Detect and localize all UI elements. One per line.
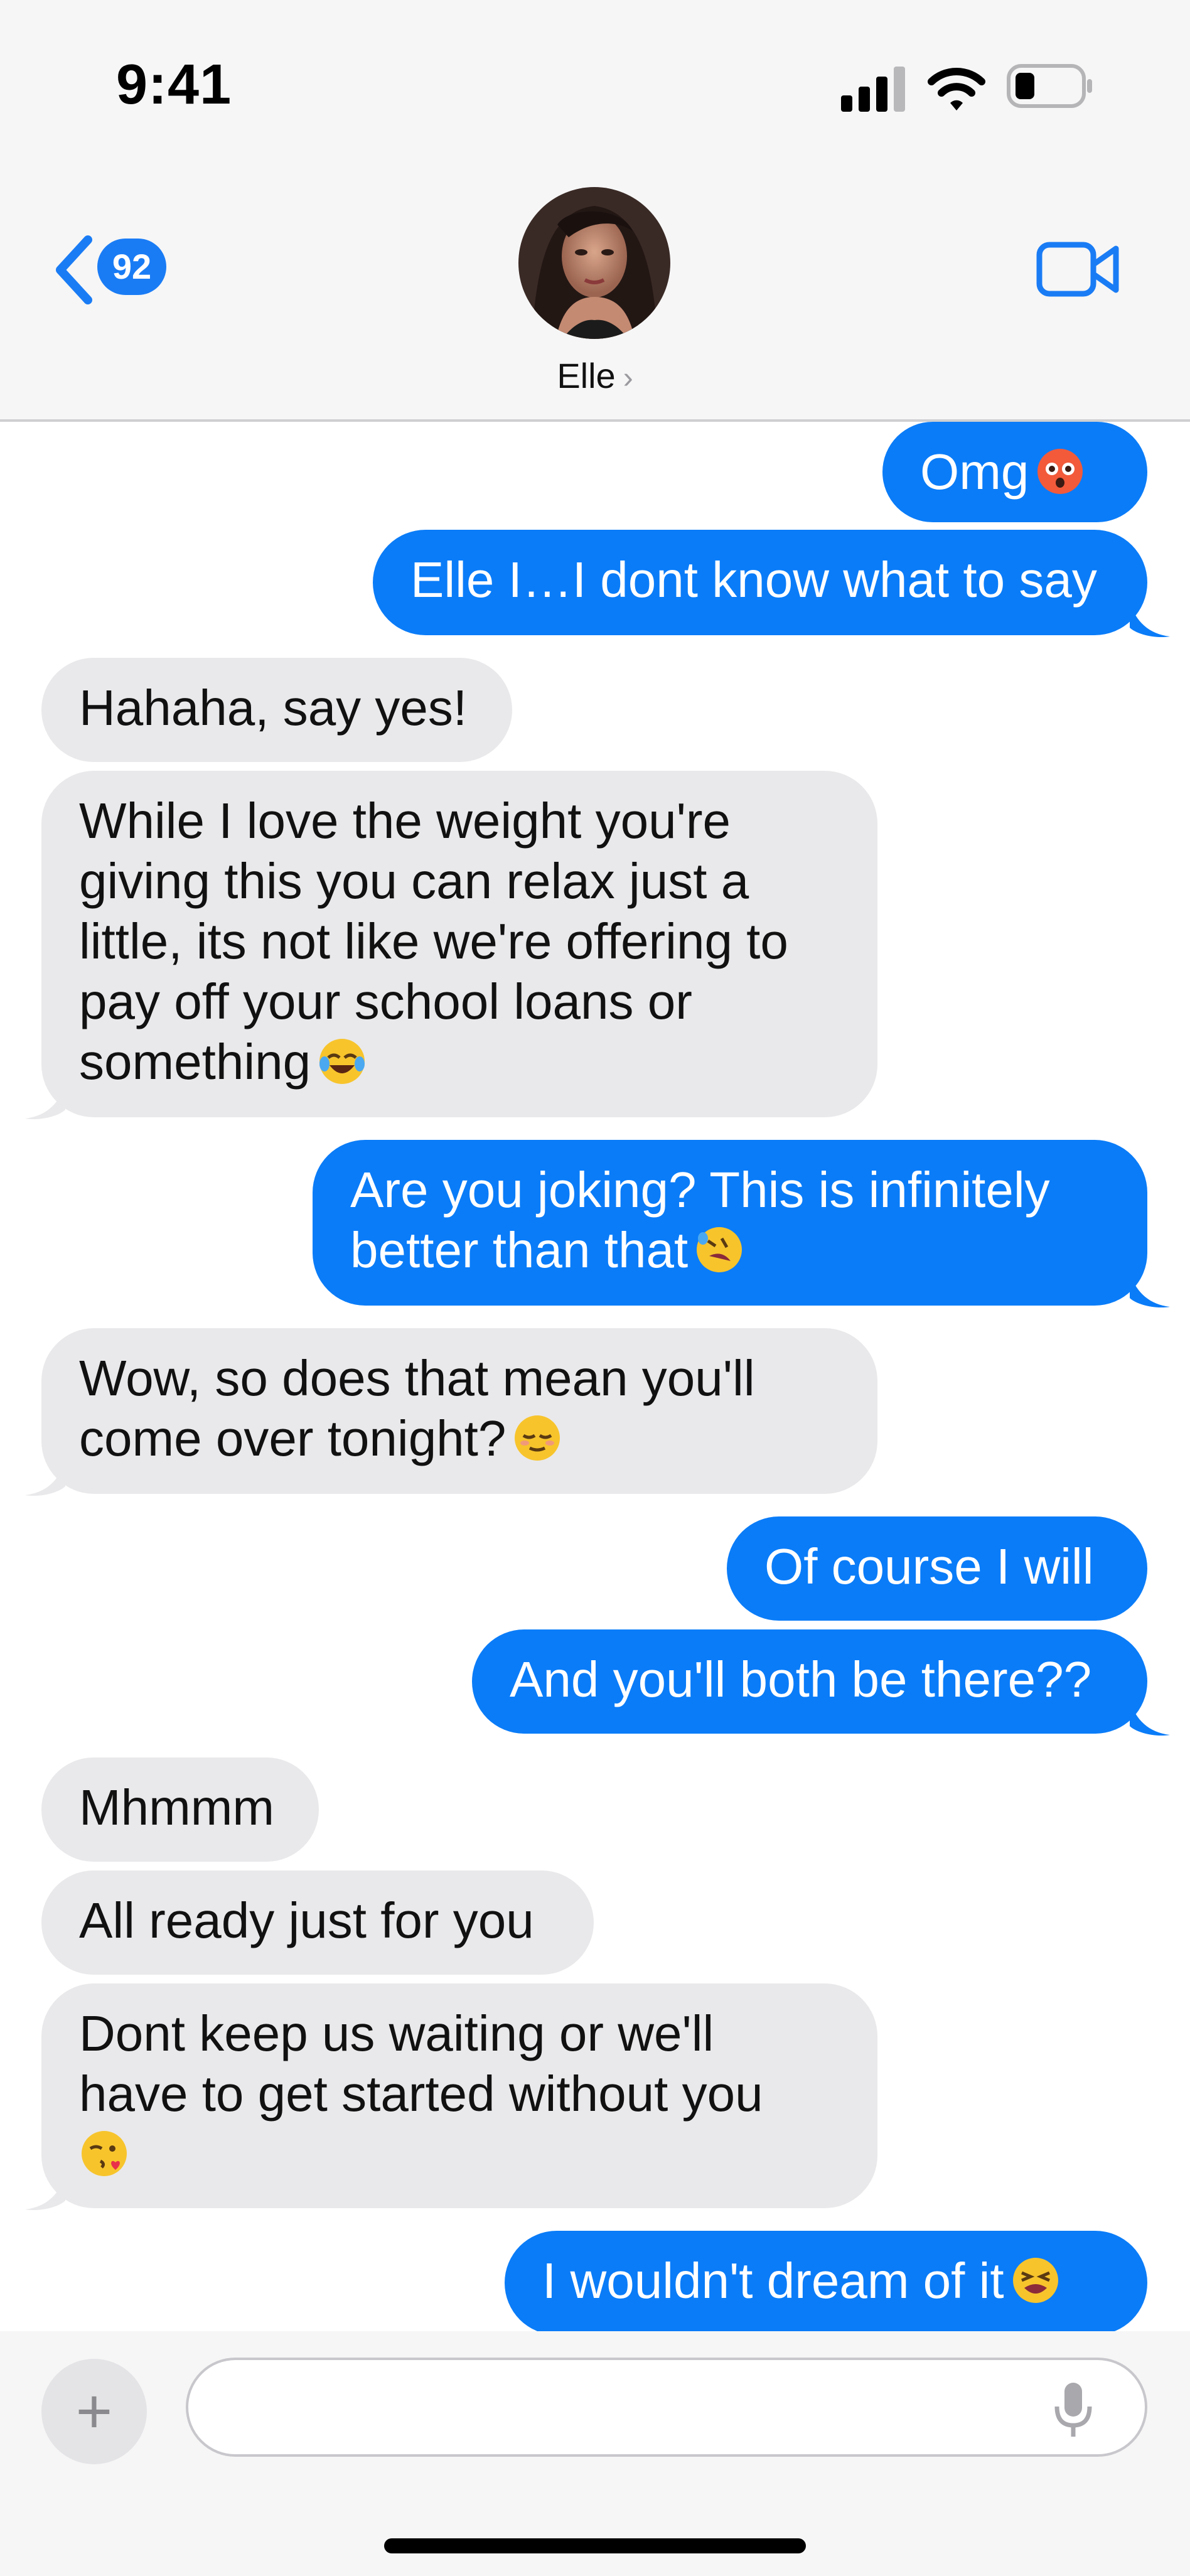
message-text: All ready just for you <box>79 1892 534 1948</box>
message-line: Are you joking? This is infinitely <box>350 1162 1050 1218</box>
bubble-tail <box>1130 603 1170 638</box>
flushed-face-icon <box>1037 449 1083 494</box>
cellular-signal-icon <box>841 67 905 112</box>
bubble-tail <box>1130 1701 1170 1736</box>
message-text: Hahaha, say yes! <box>79 680 468 736</box>
plus-icon: + <box>75 2376 113 2447</box>
kissing-face-icon <box>82 2131 127 2176</box>
home-indicator <box>384 2538 806 2553</box>
message-line: better than that <box>350 1222 689 1278</box>
add-attachment-button[interactable]: + <box>41 2359 147 2464</box>
message-line: have to get started without you <box>79 2066 763 2122</box>
clock: 9:41 <box>116 53 232 116</box>
conversation-header: 92 Elle › <box>0 169 1190 422</box>
chevron-right-icon: › <box>623 362 633 395</box>
tears-of-joy-icon <box>319 1039 365 1084</box>
sent-message-bubble[interactable]: I wouldn't dream of it <box>505 2231 1147 2335</box>
message-text: Elle I…I dont know what to say <box>410 552 1097 608</box>
status-bar: 9:41 <box>0 0 1190 169</box>
battery-icon <box>1007 64 1092 108</box>
bubble-tail <box>25 1085 65 1120</box>
message-line: While I love the weight you're <box>79 793 731 849</box>
message-line: come over tonight? <box>79 1410 507 1466</box>
received-message-bubble[interactable]: All ready just for you <box>41 1870 594 1975</box>
compose-bar: + <box>0 2331 1190 2576</box>
wifi-icon <box>928 68 985 110</box>
contact-avatar[interactable] <box>518 187 670 339</box>
message-text: Mhmmm <box>79 1779 275 1835</box>
received-message-bubble[interactable]: Hahaha, say yes! <box>41 658 512 762</box>
message-line: pay off your school loans or <box>79 974 692 1029</box>
relieved-face-icon <box>515 1415 560 1461</box>
received-message-bubble[interactable]: Dont keep us waiting or we'll have to ge… <box>41 1983 877 2208</box>
message-text: I wouldn't dream of it <box>542 2253 1004 2309</box>
contact-name-label: Elle <box>557 356 616 395</box>
bubble-tail <box>25 1461 65 1496</box>
sent-message-bubble[interactable]: Elle I…I dont know what to say <box>373 530 1147 635</box>
received-message-bubble[interactable]: While I love the weight you're giving th… <box>41 771 877 1117</box>
message-text: And you'll both be there?? <box>510 1651 1092 1707</box>
message-line: little, its not like we're offering to <box>79 913 788 969</box>
message-input[interactable] <box>213 2379 1032 2437</box>
sent-message-bubble[interactable]: Omg <box>882 422 1147 522</box>
unread-count-badge[interactable]: 92 <box>97 239 166 295</box>
message-text: Of course I will <box>764 1538 1094 1594</box>
contact-name[interactable]: Elle › <box>0 355 1190 396</box>
video-camera-icon[interactable] <box>1034 235 1122 304</box>
message-input-field[interactable] <box>186 2358 1147 2457</box>
message-text: Omg <box>920 444 1029 500</box>
tired-face-icon <box>1012 2258 1058 2303</box>
back-chevron-icon[interactable] <box>49 232 99 308</box>
microphone-icon[interactable] <box>1048 2379 1098 2442</box>
message-line: giving this you can relax just a <box>79 853 749 909</box>
bubble-tail <box>25 2176 65 2211</box>
bubble-tail <box>1130 1273 1170 1308</box>
received-message-bubble[interactable]: Wow, so does that mean you'll come over … <box>41 1328 877 1494</box>
message-line: Wow, so does that mean you'll <box>79 1350 755 1406</box>
sent-message-bubble[interactable]: Of course I will <box>727 1516 1147 1621</box>
received-message-bubble[interactable]: Mhmmm <box>41 1758 319 1862</box>
message-line: Dont keep us waiting or we'll <box>79 2005 714 2061</box>
sent-message-bubble[interactable]: Are you joking? This is infinitely bette… <box>313 1140 1147 1306</box>
sent-message-bubble[interactable]: And you'll both be there?? <box>472 1629 1147 1734</box>
rofl-face-icon <box>697 1227 742 1272</box>
message-line: something <box>79 1034 311 1090</box>
